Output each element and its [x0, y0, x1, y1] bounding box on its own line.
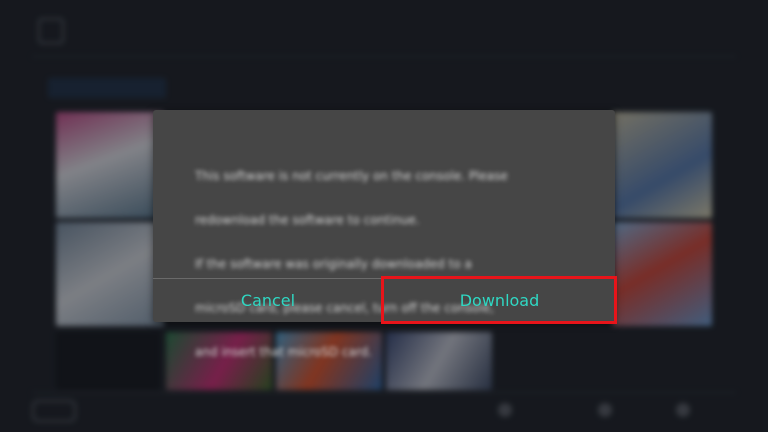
dialog-message-line: If the software was originally downloade…: [195, 257, 472, 271]
screen: This software is not currently on the co…: [0, 0, 768, 432]
dialog-message: This software is not currently on the co…: [195, 143, 595, 385]
dialog-message-line: and insert that microSD card.: [195, 345, 373, 359]
cancel-button[interactable]: Cancel: [153, 279, 383, 322]
dialog-message-line: This software is not currently on the co…: [195, 169, 508, 183]
dialog-message-line: redownload the software to continue.: [195, 213, 420, 227]
redownload-dialog: This software is not currently on the co…: [153, 110, 615, 359]
download-button[interactable]: Download: [384, 279, 615, 322]
